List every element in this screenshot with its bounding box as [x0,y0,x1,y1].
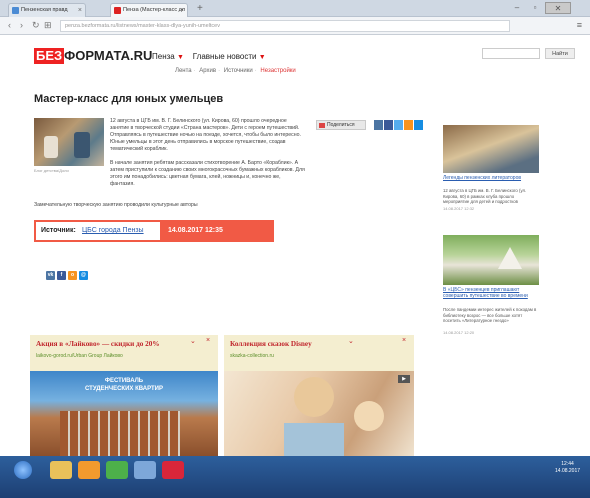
ad-title[interactable]: Коллекция сказок Disney [230,340,312,348]
sidebar-text-2: После пандемии интерес жителей к походам… [443,307,537,323]
subnav-archive[interactable]: Архив [199,68,216,74]
new-tab-icon[interactable]: + [197,3,203,14]
city-selector[interactable]: Пенза [152,52,175,61]
sidebar-image-1[interactable] [443,125,539,173]
chevron-down-icon[interactable]: ⌄ [190,337,196,345]
ad-url[interactable]: laikovo-gorod.ru/Urban Group Лайково [36,353,123,359]
back-icon[interactable]: ‹ [8,20,11,30]
system-clock[interactable]: 12:44 14.08.2017 [555,461,580,475]
facebook-icon[interactable] [384,120,393,130]
search-button[interactable]: Найти [545,48,575,59]
article-image[interactable] [34,118,104,166]
image-caption: Блог детства/Доли [34,168,69,173]
sidebar-date-1: 14.08.2017 12:32 [443,206,475,211]
close-tab-icon[interactable]: × [180,4,184,17]
article-paragraph-1: 12 августа в ЦГБ им. В. Г. Белинского (у… [110,118,301,152]
ad-block-1[interactable]: Акция в «Лайково» — скидки до 20% ⌄ × la… [30,335,218,456]
share-icon [319,123,325,128]
facebook-share-icon[interactable]: f [57,271,66,280]
minimize-icon[interactable]: – [510,2,524,14]
chevron-down-icon: ▼ [258,54,266,61]
article-paragraph-3: Замечательную творческую занятию проводи… [34,202,198,208]
sidebar-link-2[interactable]: В «ЦБС» пензенцев приглашают совершить п… [443,287,539,299]
start-icon[interactable] [14,461,32,479]
ad-url[interactable]: skazka-collection.ru [230,353,274,359]
site-favicon-icon [114,7,121,14]
browser-menu-icon[interactable]: ≡ [577,20,582,30]
ad-image-2[interactable]: ▶ [224,371,414,456]
mail-share-icon[interactable]: @ [79,271,88,280]
apps-grid-icon[interactable]: ⊞ [44,20,52,31]
odnoklassniki-icon[interactable] [404,120,413,130]
browser-tabbar: Пензенская правд × Пенза (Мастер-класс д… [0,0,590,17]
sidebar-image-2[interactable] [443,235,539,285]
mailru-icon[interactable] [414,120,423,130]
taskbar: 12:44 14.08.2017 [0,456,590,498]
browser-tab[interactable]: Пензенская правд × [8,3,86,17]
opera-icon[interactable] [162,461,184,479]
vk-icon[interactable] [374,120,383,130]
forward-icon[interactable]: › [20,20,23,30]
browser-tab-active[interactable]: Пенза (Мастер-класс дл × [110,3,188,17]
chrome-icon[interactable] [106,461,128,479]
explorer-icon[interactable] [50,461,72,479]
app-icon[interactable] [134,461,156,479]
site-favicon-icon [12,7,19,14]
source-link[interactable]: ЦБС города Пензы [82,227,144,234]
sidebar-link-1[interactable]: Легенды пензенских литераторов [443,175,539,181]
source-date: 14.08.2017 12:35 [160,222,272,240]
ad-block-2[interactable]: Коллекция сказок Disney ⌄ × skazka-colle… [224,335,414,456]
ok-share-icon[interactable]: о [68,271,77,280]
article-title: Мастер-класс для юных умельцев [34,93,224,105]
subnav: Лента · Архив · Источники · Незастройки [175,68,296,74]
close-tab-icon[interactable]: × [78,4,82,17]
maximize-icon[interactable]: ▫ [528,2,542,14]
ad-image-1[interactable]: ФЕСТИВАЛЬ СТУДЕНЧЕСКИХ КВАРТИР [30,371,218,456]
ad-title[interactable]: Акция в «Лайково» — скидки до 20% [36,340,160,348]
article-paragraph-2: В начале занятия ребятам рассказали стих… [110,160,305,187]
chevron-down-icon[interactable]: ⌄ [348,337,354,345]
chevron-down-icon: ▼ [176,54,184,61]
sidebar-date-2: 14.08.2017 12:20 [443,330,475,335]
site-logo[interactable]: БЕЗ ФОРМАТА.RU [34,48,152,64]
twitter-icon[interactable] [394,120,403,130]
share-button[interactable]: Поделиться [316,120,366,130]
main-news-menu[interactable]: Главные новости [193,52,257,61]
subnav-feed[interactable]: Лента [175,68,192,74]
search-input[interactable] [482,48,540,59]
vk-share-icon[interactable]: vk [46,271,55,280]
subnav-sources[interactable]: Источники [224,68,253,74]
media-player-icon[interactable] [78,461,100,479]
address-bar: ‹ › ↻ ⊞ penza.bezformata.ru/listnews/mas… [0,17,590,35]
sidebar-text-1: 12 августа в ЦГБ им. В. Г. Белинского (у… [443,188,527,204]
source-box: Источник: ЦБС города Пензы 14.08.2017 12… [34,220,274,242]
close-icon[interactable]: × [402,337,406,344]
reload-icon[interactable]: ↻ [32,20,40,31]
play-icon[interactable]: ▶ [398,375,410,383]
subnav-other[interactable]: Незастройки [260,68,295,74]
city-nav: Пенза ▼ Главные новости ▼ [152,52,266,61]
url-input[interactable]: penza.bezformata.ru/listnews/master-klas… [60,20,510,32]
close-icon[interactable]: × [206,337,210,344]
close-window-icon[interactable]: ✕ [545,2,571,14]
